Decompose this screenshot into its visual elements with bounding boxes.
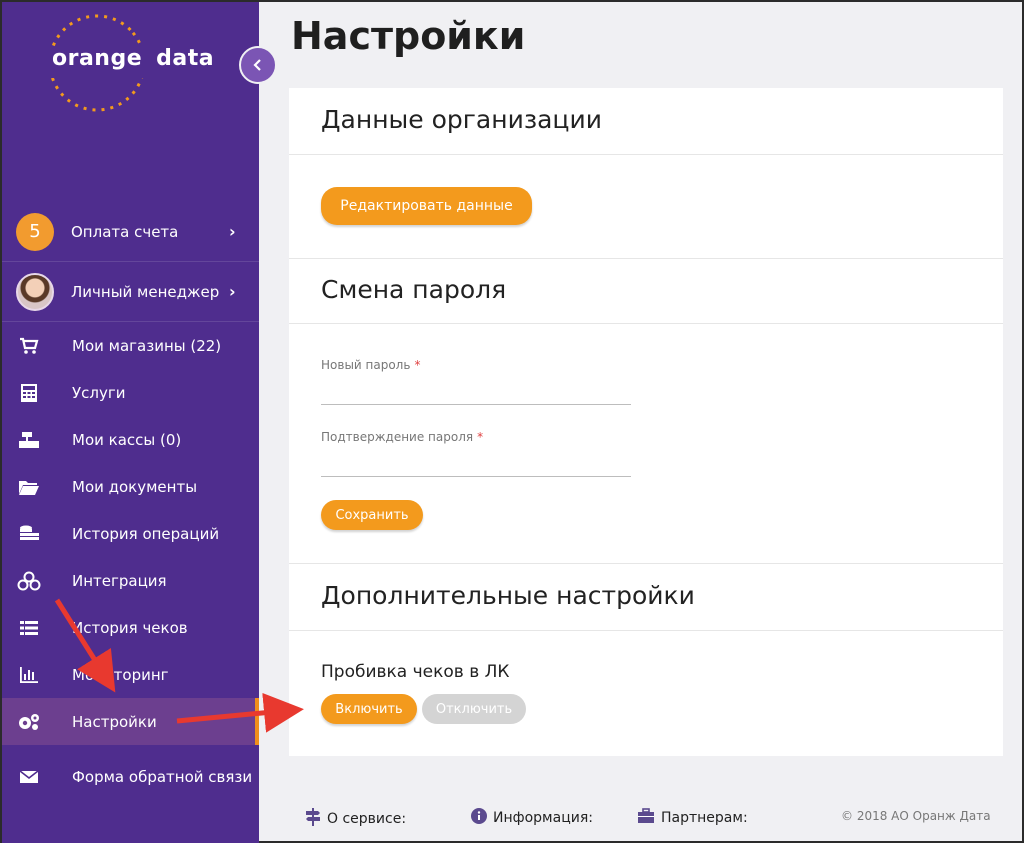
required-mark: * bbox=[477, 430, 484, 444]
sidebar-item-label: Мои магазины (22) bbox=[72, 336, 222, 355]
copyright: © 2018 АО Оранж Дата bbox=[841, 809, 991, 823]
footer-about-label: О сервисе: bbox=[327, 811, 407, 827]
gears-icon bbox=[16, 711, 42, 733]
sidebar-item-label: Личный менеджер bbox=[71, 282, 220, 301]
cash-register-icon bbox=[16, 429, 42, 451]
divider bbox=[289, 630, 1003, 631]
disable-button[interactable]: Отключить bbox=[422, 694, 526, 724]
password-section-title: Смена пароля bbox=[321, 275, 507, 304]
main-content: Настройки Данные организации Редактирова… bbox=[259, 2, 1024, 843]
new-password-input[interactable] bbox=[321, 379, 631, 405]
footer-about[interactable]: О сервисе: bbox=[305, 808, 406, 830]
signpost-icon bbox=[305, 808, 321, 830]
enable-button[interactable]: Включить bbox=[321, 694, 417, 724]
logo-text-right: data bbox=[156, 46, 215, 71]
sidebar-item-operations[interactable]: История операций bbox=[2, 510, 259, 557]
confirm-password-input[interactable] bbox=[321, 451, 631, 477]
sidebar-item-monitoring[interactable]: Мониторинг bbox=[2, 651, 259, 698]
avatar bbox=[16, 272, 54, 311]
sidebar-item-label: Услуги bbox=[72, 383, 126, 402]
cubes-icon bbox=[16, 570, 42, 592]
footer-info[interactable]: Информация: bbox=[471, 808, 593, 828]
footer-partners[interactable]: Партнерам: bbox=[637, 808, 748, 828]
sidebar: orange data 5 Оплата счета › Личный менед… bbox=[2, 2, 259, 843]
sidebar-item-registers[interactable]: Мои кассы (0) bbox=[2, 416, 259, 463]
divider bbox=[289, 154, 1003, 155]
sidebar-item-integration[interactable]: Интеграция bbox=[2, 557, 259, 604]
calculator-icon bbox=[16, 382, 42, 404]
sidebar-item-label: Форма обратной связи bbox=[72, 768, 253, 786]
envelope-icon bbox=[16, 766, 42, 788]
new-password-label-text: Новый пароль bbox=[321, 358, 411, 372]
sidebar-item-manager[interactable]: Личный менеджер › bbox=[2, 262, 259, 322]
logo-text-left: orange bbox=[52, 46, 143, 71]
sidebar-item-stores[interactable]: Мои магазины (22) bbox=[2, 322, 259, 369]
payment-count-badge: 5 bbox=[16, 212, 54, 251]
org-section-title: Данные организации bbox=[321, 105, 602, 134]
confirm-password-label: Подтверждение пароля * bbox=[321, 430, 483, 444]
save-password-button[interactable]: Сохранить bbox=[321, 500, 423, 530]
sidebar-item-payment[interactable]: 5 Оплата счета › bbox=[2, 202, 259, 262]
sidebar-item-services[interactable]: Услуги bbox=[2, 369, 259, 416]
sidebar-item-label: Мои кассы (0) bbox=[72, 430, 182, 449]
coins-icon bbox=[16, 523, 42, 545]
sidebar-item-label: История операций bbox=[72, 524, 220, 543]
bar-chart-icon bbox=[16, 664, 42, 686]
footer-partners-label: Партнерам: bbox=[661, 810, 748, 826]
sidebar-menu: 5 Оплата счета › Личный менеджер › Мои м… bbox=[2, 202, 259, 809]
folder-icon bbox=[16, 476, 42, 498]
sidebar-item-label: Мои документы bbox=[72, 477, 198, 496]
sidebar-item-label: Интеграция bbox=[72, 571, 167, 590]
sidebar-item-label: История чеков bbox=[72, 618, 188, 637]
sidebar-item-settings[interactable]: Настройки bbox=[2, 698, 259, 745]
list-icon bbox=[16, 617, 42, 639]
extra-section-title: Дополнительные настройки bbox=[321, 581, 695, 610]
sidebar-item-label: Настройки bbox=[72, 712, 157, 731]
cart-icon bbox=[16, 335, 42, 357]
settings-card: Данные организации Редактировать данные … bbox=[289, 88, 1003, 756]
page-title: Настройки bbox=[291, 14, 526, 58]
divider bbox=[289, 258, 1003, 259]
logo[interactable]: orange data bbox=[2, 2, 259, 202]
edit-org-button[interactable]: Редактировать данные bbox=[321, 187, 532, 225]
chevron-right-icon: › bbox=[229, 222, 236, 241]
sidebar-item-label: Мониторинг bbox=[72, 665, 169, 684]
sidebar-item-label: Оплата счета bbox=[71, 222, 179, 241]
footer-info-label: Информация: bbox=[493, 810, 593, 826]
required-mark: * bbox=[414, 358, 421, 372]
info-icon bbox=[471, 808, 487, 828]
divider bbox=[289, 323, 1003, 324]
sidebar-item-documents[interactable]: Мои документы bbox=[2, 463, 259, 510]
chevron-right-icon: › bbox=[229, 282, 236, 301]
sidebar-collapse-button[interactable] bbox=[239, 46, 277, 84]
divider bbox=[289, 563, 1003, 564]
new-password-label: Новый пароль * bbox=[321, 358, 420, 372]
confirm-password-label-text: Подтверждение пароля bbox=[321, 430, 474, 444]
receipt-printing-heading: Пробивка чеков в ЛК bbox=[321, 662, 510, 682]
sidebar-item-receipts[interactable]: История чеков bbox=[2, 604, 259, 651]
sidebar-item-feedback[interactable]: Форма обратной связи bbox=[2, 745, 259, 809]
briefcase-icon bbox=[637, 808, 655, 828]
chevron-left-icon bbox=[253, 59, 261, 71]
